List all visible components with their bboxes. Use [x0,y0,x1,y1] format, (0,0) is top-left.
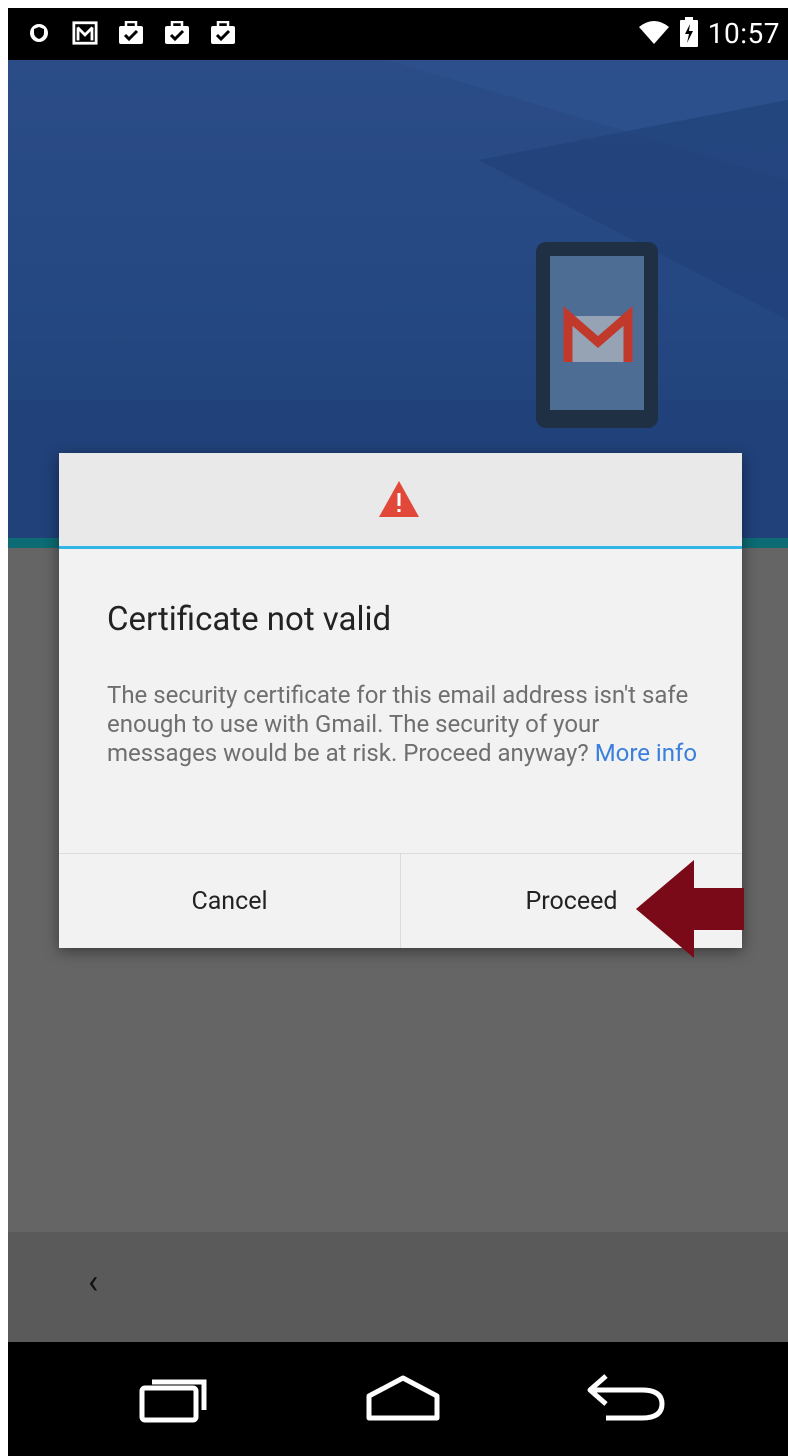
vpn-shield-icon [26,20,52,46]
briefcase-check-icon [210,20,236,46]
setup-footer-bar: ‹ [8,1232,788,1342]
dialog-title: Certificate not valid [107,600,392,639]
dialog-message: The security certificate for this email … [107,681,707,768]
phone-screen: 10:57 Certificate not valid The security… [8,8,788,1456]
back-icon[interactable] [586,1372,668,1428]
cancel-button[interactable]: Cancel [59,854,400,948]
annotation-arrow-icon [636,860,744,958]
gmail-logo-icon [563,306,633,362]
briefcase-check-icon [164,20,190,46]
gmail-notification-icon [72,20,98,46]
warning-triangle-icon [377,479,421,523]
briefcase-check-icon [118,20,144,46]
tablet-illustration [536,242,658,428]
home-icon[interactable] [363,1372,443,1428]
previous-step-button[interactable]: ‹ [88,1262,98,1302]
battery-charging-icon [679,17,698,51]
system-navigation-bar [8,1342,788,1456]
status-bar: 10:57 [8,8,788,60]
recent-apps-icon[interactable] [138,1372,212,1428]
dialog-header [59,453,742,549]
wifi-icon [638,19,670,49]
background-shapes [388,60,788,320]
clock: 10:57 [707,17,780,50]
more-info-link[interactable]: More info [595,739,697,767]
